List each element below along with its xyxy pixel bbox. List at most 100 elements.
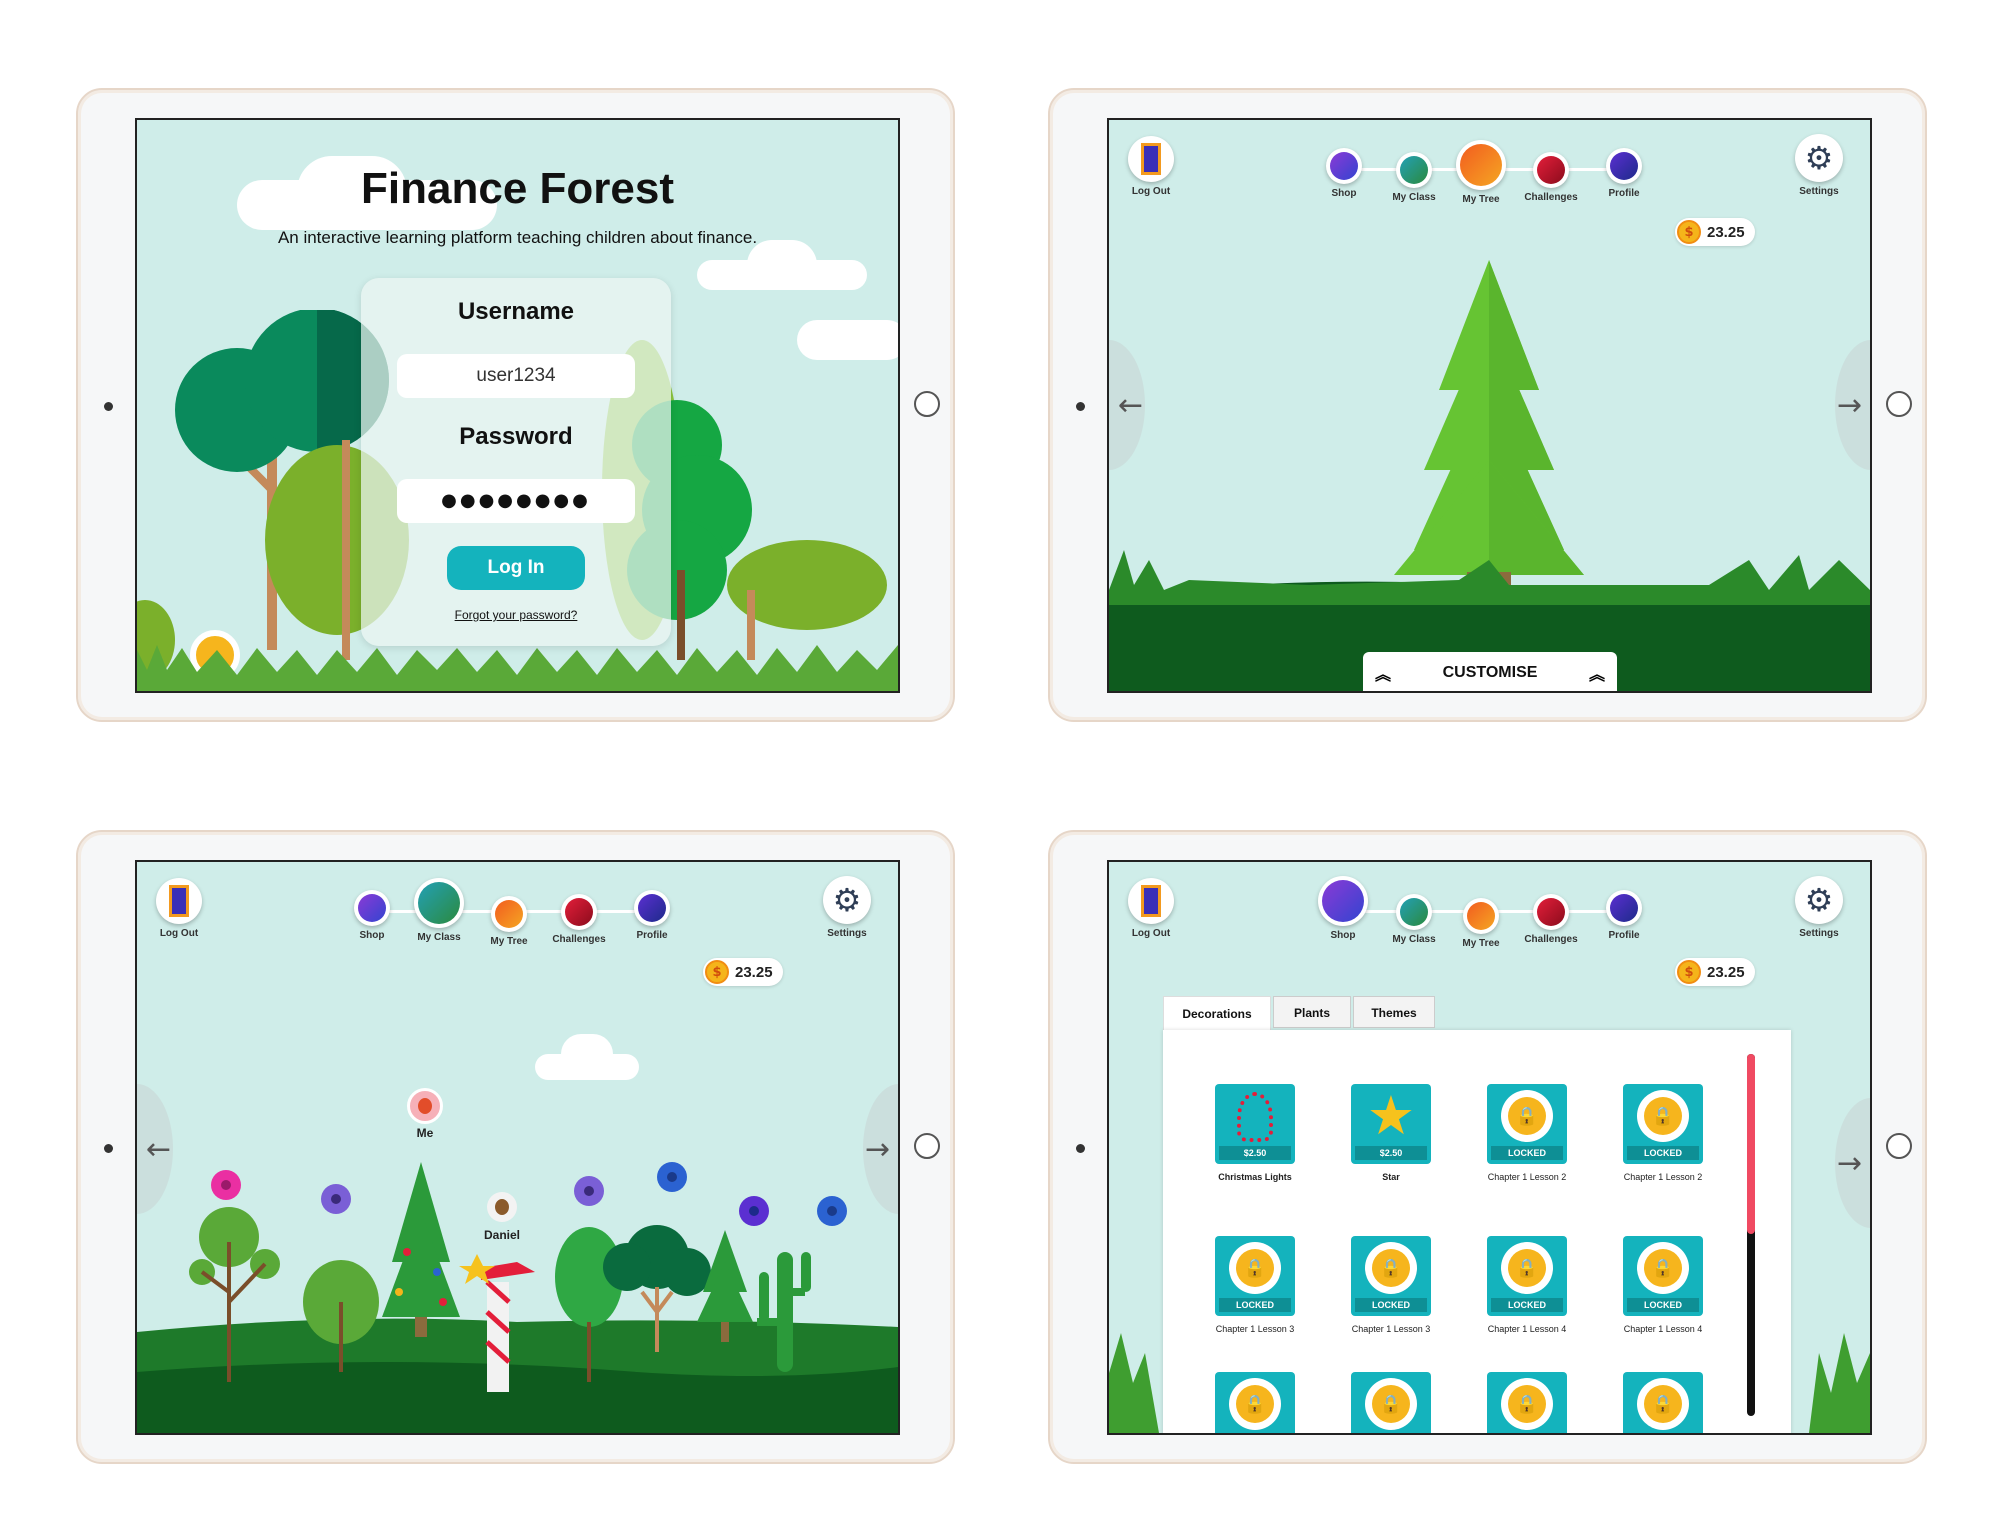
shop-screen: Log Out Shop My Class My Tree Challenges… [1107,860,1872,1435]
coin-balance: $23.25 [703,958,783,986]
logout-button[interactable]: Log Out [149,878,209,939]
shop-item[interactable]: 🔒 LOCKED Chapter 1 Lesson 3 [1349,1236,1433,1334]
ipad-my-tree: Log Out Shop My Class My Tree Challenges… [1048,88,1927,722]
next-arrow[interactable]: → [1835,1098,1870,1228]
gear-icon: ⚙ [832,881,862,919]
camera-dot [104,402,113,411]
nav-my-tree[interactable]: My Tree [1456,898,1506,949]
logout-button[interactable]: Log Out [1121,878,1181,939]
classmate-avatar[interactable] [321,1184,351,1214]
coin-balance: $23.25 [1675,218,1755,246]
customise-panel[interactable]: ︽ CUSTOMISE ︽ [1363,652,1617,691]
my-avatar[interactable] [407,1088,443,1124]
lock-icon: 🔒 [1365,1378,1417,1430]
customise-label: CUSTOMISE [1442,664,1538,681]
settings-button[interactable]: ⚙ Settings [1789,134,1849,197]
nav-challenges[interactable]: Challenges [549,894,609,945]
classmate-avatar[interactable] [817,1196,847,1226]
lock-icon: 🔒 [1365,1242,1417,1294]
star-icon: ★ [1366,1084,1416,1147]
nav-shop[interactable]: Shop [1313,876,1373,941]
home-button[interactable] [914,391,940,417]
my-tree-screen: Log Out Shop My Class My Tree Challenges… [1107,118,1872,693]
girl-avatar-icon [418,1098,432,1114]
tree-scene [1109,260,1870,691]
class-tree-icon [1400,898,1428,926]
shop-item[interactable]: 🔒 LOCKED Chapter 1 Lesson 2 [1621,1084,1705,1182]
nav-my-class[interactable]: My Class [1389,152,1439,203]
home-button[interactable] [914,1133,940,1159]
classmate-avatar[interactable] [211,1170,241,1200]
shop-item[interactable]: 🔒 LOCKED Chapter 1 Lesson 4 [1485,1236,1569,1334]
username-input[interactable]: user1234 [397,354,635,398]
shop-item[interactable]: 🔒 LOCKED Chapter 1 Lesson 4 [1621,1236,1705,1334]
pine-tree-icon [495,900,523,928]
nav-challenges[interactable]: Challenges [1521,152,1581,203]
settings-button[interactable]: ⚙ Settings [1789,876,1849,939]
shop-item[interactable]: 🔒 LOCKED Chapter 1 Lesson 3 [1213,1236,1297,1334]
nav-profile[interactable]: Profile [1599,890,1649,941]
ipad-shop: Log Out Shop My Class My Tree Challenges… [1048,830,1927,1464]
lock-icon: 🔒 [1501,1378,1553,1430]
lock-icon: 🔒 [1637,1090,1689,1142]
user-icon [667,1172,677,1182]
logout-button[interactable]: Log Out [1121,136,1181,197]
class-tree-icon [1400,156,1428,184]
home-button[interactable] [1886,391,1912,417]
nav-profile[interactable]: Profile [1599,148,1649,199]
login-button[interactable]: Log In [447,546,585,590]
shop-item[interactable]: ★ $2.50 Star [1349,1084,1433,1182]
nav-challenges[interactable]: Challenges [1521,894,1581,945]
classmate-avatar[interactable] [487,1192,517,1222]
tab-decorations[interactable]: Decorations [1163,996,1271,1030]
classmate-avatar[interactable] [574,1176,604,1206]
app-subtitle: An interactive learning platform teachin… [277,228,758,247]
nav-my-tree[interactable]: My Tree [1451,140,1511,205]
profile-icon [638,894,666,922]
gear-icon: ⚙ [1804,881,1834,919]
shop-item-partial[interactable]: 🔒 [1213,1372,1297,1433]
classmate-avatar[interactable] [657,1162,687,1192]
profile-icon [1610,894,1638,922]
home-button[interactable] [1886,1133,1912,1159]
login-card: Username user1234 Password ●●●●●●●● Log … [361,278,671,646]
nav-profile[interactable]: Profile [627,890,677,941]
nav-my-class[interactable]: My Class [409,878,469,943]
shop-item[interactable]: 🔒 LOCKED Chapter 1 Lesson 2 [1485,1084,1569,1182]
user-icon [331,1194,341,1204]
coin-balance: $23.25 [1675,958,1755,986]
shop-item[interactable]: $2.50 Christmas Lights [1213,1084,1297,1182]
nav-my-tree[interactable]: My Tree [484,896,534,947]
nav-shop[interactable]: Shop [347,890,397,941]
scrollbar-track[interactable] [1747,1054,1755,1416]
password-input[interactable]: ●●●●●●●● [397,479,635,523]
door-icon [169,885,189,917]
tab-themes[interactable]: Themes [1353,996,1435,1028]
boy-avatar-icon [495,1199,509,1215]
login-screen: Finance Forest An interactive learning p… [135,118,900,693]
classmate-avatar[interactable] [739,1196,769,1226]
profile-icon [1610,152,1638,180]
shop-item-partial[interactable]: 🔒 [1485,1372,1569,1433]
forgot-password-link[interactable]: Forgot your password? [361,608,671,622]
shop-cart-icon [358,894,386,922]
ipad-login: Finance Forest An interactive learning p… [76,88,955,722]
tab-plants[interactable]: Plants [1273,996,1351,1028]
nav-my-class[interactable]: My Class [1389,894,1439,945]
christmas-lights-icon [1237,1092,1273,1142]
coin-icon: $ [705,960,729,984]
nav-shop[interactable]: Shop [1319,148,1369,199]
me-label: Me [416,1126,434,1140]
shop-item-partial[interactable]: 🔒 [1349,1372,1433,1433]
lock-icon: 🔒 [1229,1378,1281,1430]
settings-button[interactable]: ⚙ Settings [817,876,877,939]
lock-icon: 🔒 [1637,1378,1689,1430]
ipad-my-class: Log Out Shop My Class My Tree Challenges… [76,830,955,1464]
chevron-up-icon: ︽ [1375,665,1392,684]
shop-cart-icon [1322,880,1364,922]
user-icon [584,1186,594,1196]
daniel-label: Daniel [483,1228,520,1242]
lock-icon: 🔒 [1501,1090,1553,1142]
shop-item-partial[interactable]: 🔒 [1621,1372,1705,1433]
scrollbar-thumb[interactable] [1747,1054,1755,1234]
